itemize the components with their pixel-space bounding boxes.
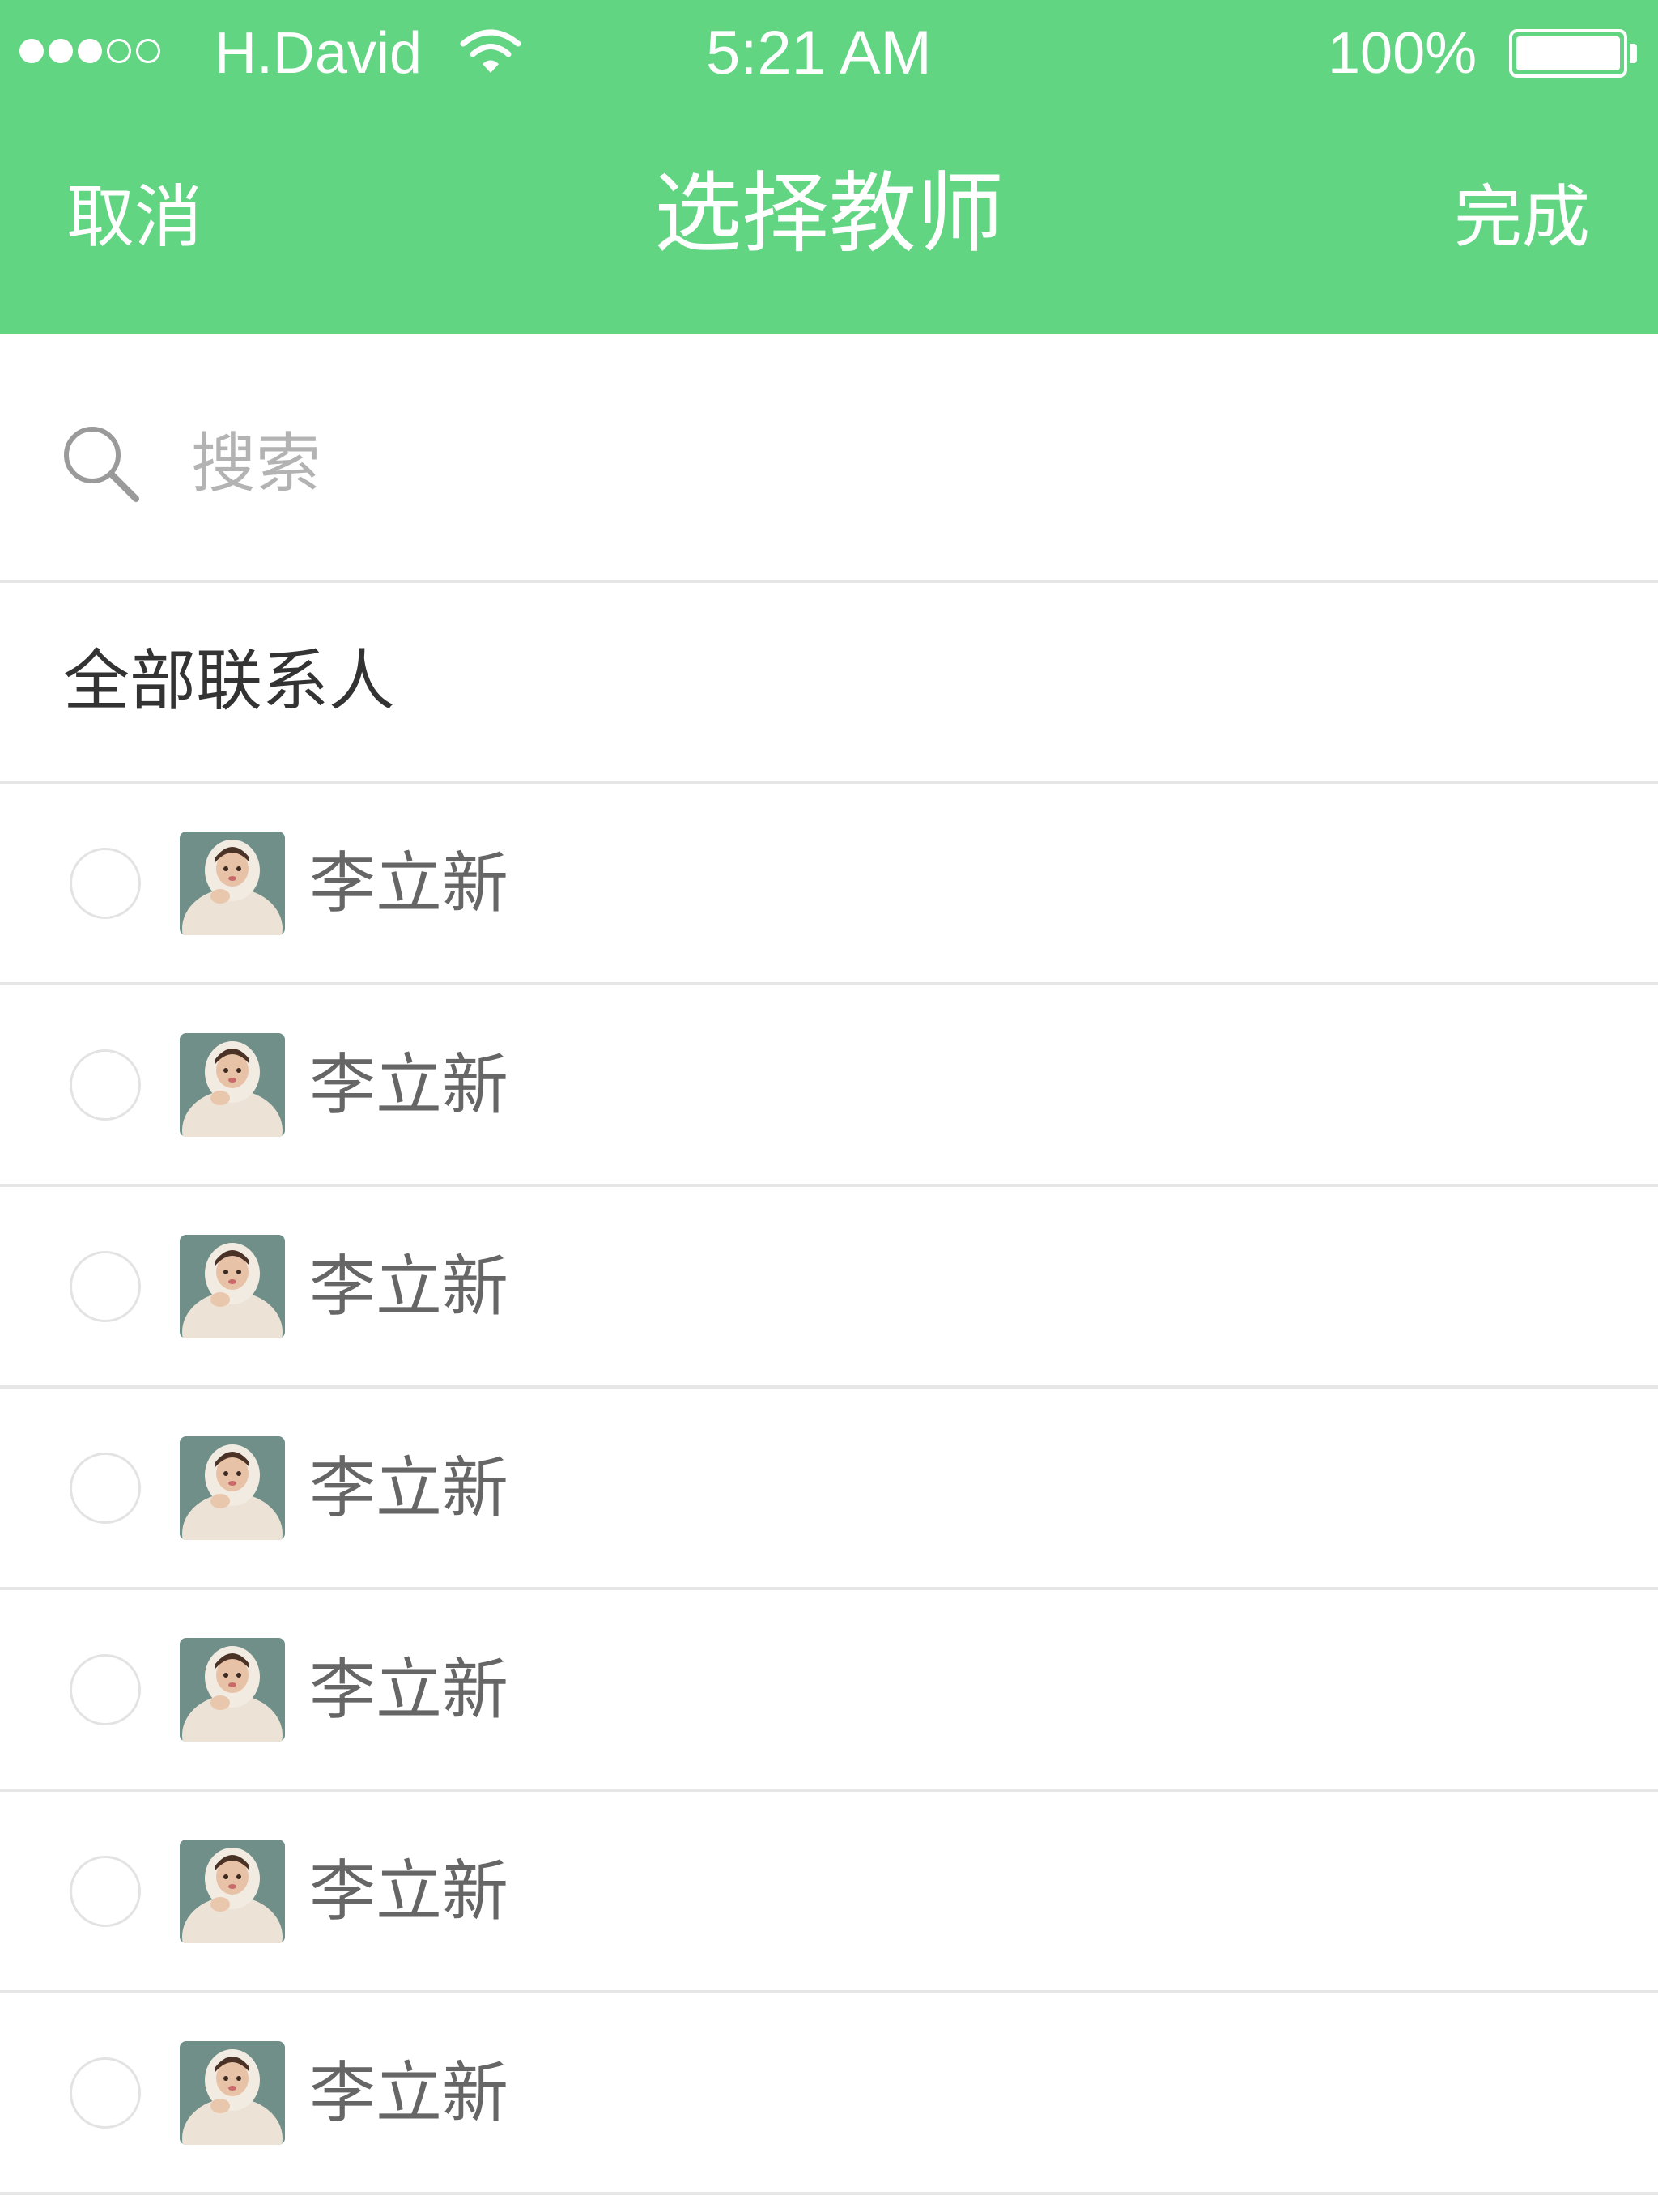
signal-dot <box>136 39 160 63</box>
done-button[interactable]: 完成 <box>1454 177 1590 257</box>
navigation-header: H.David 5:21 AM 100% 取消 选择教师 完成 <box>0 0 1658 334</box>
select-radio[interactable] <box>70 1251 141 1322</box>
select-radio[interactable] <box>70 2057 141 2129</box>
contact-name: 李立新 <box>309 1652 509 1729</box>
wifi-icon <box>460 29 521 73</box>
contact-name: 李立新 <box>309 845 509 922</box>
avatar <box>180 832 285 935</box>
battery-level-fill <box>1516 36 1620 70</box>
avatar <box>180 2041 285 2145</box>
avatar <box>180 1033 285 1137</box>
contact-name: 李立新 <box>309 2055 509 2132</box>
select-radio[interactable] <box>70 1049 141 1121</box>
avatar <box>180 1638 285 1742</box>
contact-row[interactable]: 李立新 <box>0 1792 1658 1993</box>
search-icon <box>64 427 139 502</box>
signal-dot <box>78 39 102 63</box>
page-title: 选择教师 <box>653 164 1004 265</box>
contact-row[interactable]: 李立新 <box>0 1389 1658 1590</box>
select-radio[interactable] <box>70 1856 141 1927</box>
clock-time: 5:21 AM <box>706 19 932 87</box>
battery-icon <box>1509 29 1627 78</box>
contact-row[interactable]: 李立新 <box>0 1590 1658 1792</box>
contact-name: 李立新 <box>309 1853 509 1930</box>
signal-icon <box>19 39 160 63</box>
select-radio[interactable] <box>70 1453 141 1524</box>
signal-dot <box>49 39 73 63</box>
section-header: 全部联系人 <box>0 583 1658 784</box>
contact-name: 李立新 <box>309 1047 509 1124</box>
status-bar: H.David 5:21 AM 100% <box>0 0 1658 109</box>
carrier-name: H.David <box>215 21 423 86</box>
contact-name: 李立新 <box>309 1249 509 1325</box>
battery-percent: 100% <box>1328 21 1477 86</box>
contact-row[interactable]: 李立新 <box>0 985 1658 1187</box>
contact-row[interactable]: 李立新 <box>0 1187 1658 1389</box>
signal-dot <box>19 39 44 63</box>
battery-cap <box>1630 44 1637 63</box>
section-label-all-contacts: 全部联系人 <box>63 643 396 720</box>
search-input[interactable] <box>191 415 1567 512</box>
search-bar <box>0 334 1658 583</box>
signal-dot <box>107 39 131 63</box>
contact-list: 李立新 李立新 李立新 李立新 李立新 李立新 李立新 <box>0 784 1658 2195</box>
select-radio[interactable] <box>70 1654 141 1725</box>
select-radio[interactable] <box>70 848 141 919</box>
contact-row[interactable]: 李立新 <box>0 1993 1658 2195</box>
contact-row[interactable]: 李立新 <box>0 784 1658 985</box>
avatar <box>180 1235 285 1338</box>
avatar <box>180 1840 285 1943</box>
contact-name: 李立新 <box>309 1450 509 1527</box>
avatar <box>180 1436 285 1540</box>
